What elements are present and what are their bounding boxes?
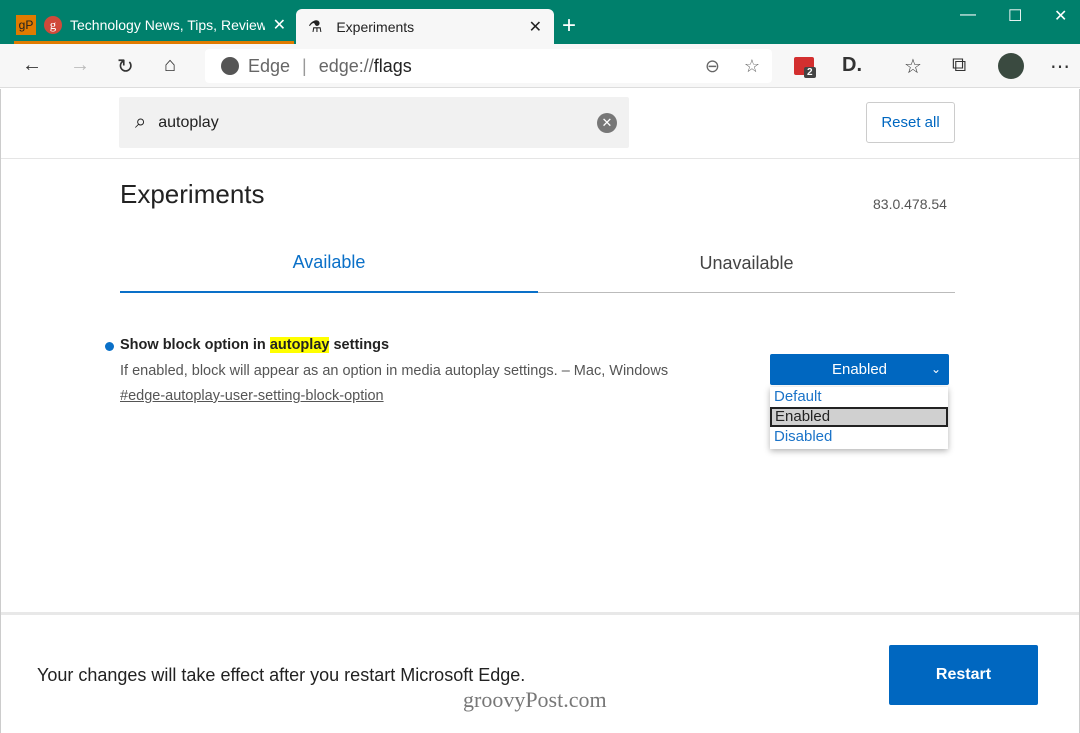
avatar[interactable] [998, 53, 1024, 79]
search-highlight: autoplay [269, 337, 330, 353]
back-icon[interactable]: ← [22, 54, 42, 77]
new-tab-button[interactable]: + [562, 12, 576, 40]
close-window-button[interactable]: ✕ [1054, 6, 1067, 26]
experiment-description: If enabled, block will appear as an opti… [120, 363, 669, 379]
collections-icon[interactable]: ⧉ [952, 54, 966, 77]
d-extension-icon[interactable]: D. [842, 54, 862, 77]
option-default[interactable]: Default [770, 387, 948, 407]
favorites-icon[interactable]: ☆ [904, 54, 922, 79]
maximize-button[interactable]: ☐ [1008, 6, 1022, 26]
g-favicon: g [44, 16, 62, 34]
forward-icon[interactable]: → [70, 54, 90, 77]
name-text: settings [329, 337, 390, 353]
add-favorite-icon[interactable]: ☆ [744, 56, 760, 77]
more-icon[interactable]: ⋯ [1050, 54, 1070, 79]
selected-value: Enabled [831, 361, 888, 378]
close-tab-icon[interactable]: ✕ [529, 17, 542, 37]
divider [1, 612, 1079, 615]
chevron-down-icon: ⌄ [930, 362, 941, 376]
extension-badge: 2 [804, 67, 816, 78]
experiment-select[interactable]: Enabled ⌄ [770, 354, 949, 385]
tab-title: Experiments [336, 18, 415, 35]
close-tab-icon[interactable]: ✕ [273, 15, 286, 35]
modified-dot [105, 342, 114, 351]
experiment-name: Show block option in autoplay settings [120, 337, 389, 353]
refresh-icon[interactable]: ↻ [117, 54, 134, 79]
search-input[interactable]: ⌕ autoplay ✕ [119, 97, 629, 148]
restart-message: Your changes will take effect after you … [37, 665, 526, 685]
home-icon[interactable]: ⌂ [164, 54, 176, 77]
title-bar: gP g Technology News, Tips, Reviews, ✕ ⚗… [0, 0, 1080, 44]
url-prefix: edge:// [318, 55, 374, 76]
address-bar[interactable]: Edge | edge://flags ⊖ ☆ [205, 49, 772, 83]
clear-search-icon[interactable]: ✕ [597, 112, 617, 133]
search-value: autoplay [158, 113, 219, 131]
page-title: Experiments [120, 179, 265, 209]
url-host: flags [373, 55, 412, 76]
watermark: groovyPost.com [463, 687, 607, 712]
minimize-button[interactable]: — [960, 6, 976, 24]
search-icon: ⌕ [135, 111, 147, 133]
flags-page: ⌕ autoplay ✕ Reset all Experiments 83.0.… [0, 89, 1080, 733]
option-disabled[interactable]: Disabled [770, 427, 948, 447]
experiment-link[interactable]: #edge-autoplay-user-setting-block-option [120, 388, 384, 404]
tab-bar: Available Unavailable [120, 239, 955, 293]
dropdown-list: Default Enabled Disabled [770, 387, 948, 449]
divider: | [302, 55, 307, 76]
tab-title: Technology News, Tips, Reviews, [70, 17, 265, 33]
tab-experiments[interactable]: ⚗ Experiments ✕ [296, 9, 554, 44]
name-text: Show block option in [120, 337, 270, 353]
flask-icon: ⚗ [308, 18, 323, 36]
version-label: 83.0.478.54 [873, 196, 947, 212]
option-enabled[interactable]: Enabled [770, 407, 948, 427]
tab-unavailable[interactable]: Unavailable [538, 239, 955, 293]
tab-available[interactable]: Available [120, 239, 538, 293]
restart-button[interactable]: Restart [889, 645, 1038, 705]
address-brand: Edge [248, 55, 291, 76]
edge-logo-icon [221, 57, 239, 75]
reset-all-button[interactable]: Reset all [866, 102, 955, 143]
zoom-out-icon[interactable]: ⊖ [705, 56, 720, 77]
tab-groovypost[interactable]: gP g Technology News, Tips, Reviews, ✕ [14, 9, 294, 44]
divider [1, 158, 1079, 159]
extension-icon[interactable]: 2 [794, 57, 816, 78]
groovypost-favicon: gP [16, 15, 36, 35]
toolbar: ← → ↻ ⌂ Edge | edge://flags ⊖ ☆ 2 D. ☆ ⧉… [0, 44, 1080, 88]
